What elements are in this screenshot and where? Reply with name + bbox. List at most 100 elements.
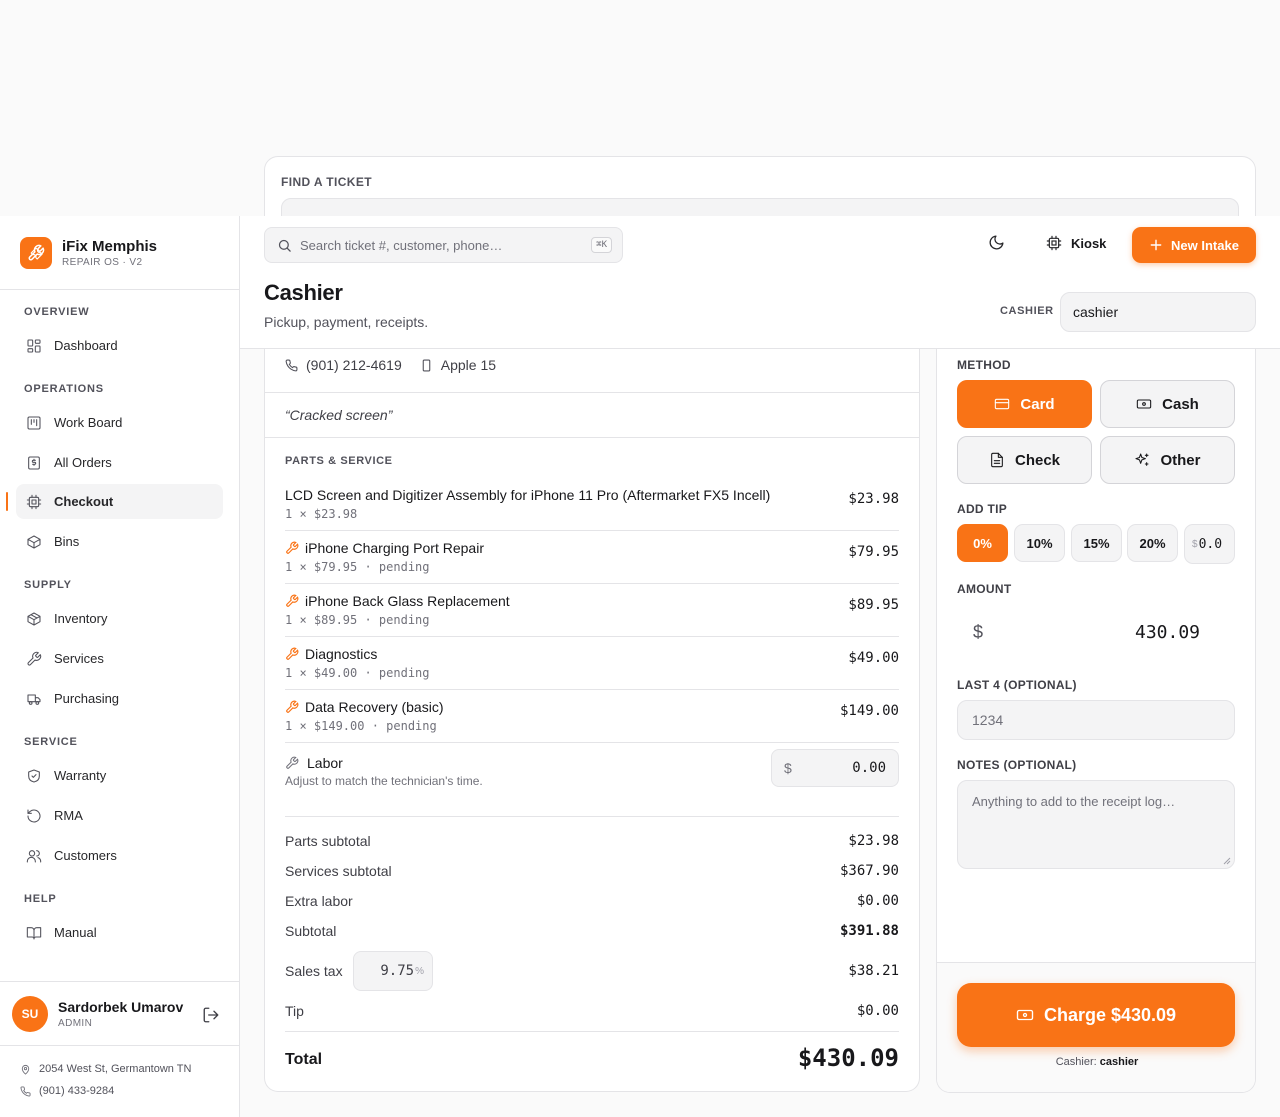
search-input[interactable]: Search ticket #, customer, phone… ⌘K xyxy=(264,227,623,263)
sidebar-item-inventory[interactable]: Inventory xyxy=(16,601,223,636)
sidebar-item-customers[interactable]: Customers xyxy=(16,838,223,873)
line-item-name: iPhone Charging Port Repair xyxy=(305,540,484,556)
line-item-meta: 1 × $89.95 · pending xyxy=(285,613,430,627)
banknote-icon xyxy=(1016,1009,1034,1021)
plus-icon xyxy=(1150,239,1162,251)
sidebar: iFix Memphis REPAIR OS · V2 OVERVIEW Das… xyxy=(0,216,240,1117)
totals: Parts subtotal $23.98 Services subtotal … xyxy=(285,816,899,1019)
cashier-label: CASHIER xyxy=(1000,305,1054,317)
sidebar-item-rma[interactable]: RMA xyxy=(16,798,223,833)
tip-label: Tip xyxy=(285,1003,304,1019)
sidebar-item-label: Purchasing xyxy=(54,691,120,706)
moon-icon xyxy=(989,235,1004,250)
tip-10-button[interactable]: 10% xyxy=(1014,524,1065,562)
sidebar-item-work-board[interactable]: Work Board xyxy=(16,405,223,440)
line-item[interactable]: LCD Screen and Digitizer Assembly for iP… xyxy=(285,478,899,531)
last4-input[interactable]: 1234 xyxy=(957,700,1235,740)
line-item-title: LCD Screen and Digitizer Assembly for iP… xyxy=(285,487,770,503)
sidebar-item-all-orders[interactable]: All Orders xyxy=(16,445,223,480)
logout-button[interactable] xyxy=(202,1006,220,1024)
sidebar-item-dashboard[interactable]: Dashboard xyxy=(16,328,223,363)
brand[interactable]: iFix Memphis REPAIR OS · V2 xyxy=(20,237,157,269)
method-card-button[interactable]: Card xyxy=(957,380,1092,428)
line-item[interactable]: iPhone Charging Port Repair 1 × $79.95 · … xyxy=(285,531,899,584)
tax-rate-input[interactable]: 9.75 % xyxy=(353,951,433,991)
nav-section-service: SERVICE xyxy=(24,736,78,748)
sidebar-item-label: Work Board xyxy=(54,415,123,430)
line-item[interactable]: iPhone Back Glass Replacement 1 × $89.95 … xyxy=(285,584,899,637)
user-profile[interactable]: SU Sardorbek Umarov ADMIN xyxy=(12,996,228,1032)
phone-icon xyxy=(285,359,298,371)
method-cash-button[interactable]: Cash xyxy=(1100,380,1235,428)
amount-value: 430.09 xyxy=(1135,621,1201,643)
truck-icon xyxy=(27,693,41,705)
ticket-card: (901) 212-4619 Apple 15 “Cracked screen”… xyxy=(264,349,920,1092)
sales-tax-value: $38.21 xyxy=(848,963,899,979)
sidebar-item-label: All Orders xyxy=(54,455,112,470)
parts-service-label: PARTS & SERVICE xyxy=(285,455,393,467)
notes-textarea[interactable]: Anything to add to the receipt log… xyxy=(957,780,1235,869)
tip-20-button[interactable]: 20% xyxy=(1127,524,1178,562)
phone-icon xyxy=(20,1085,31,1096)
method-other-button[interactable]: Other xyxy=(1100,436,1235,484)
sidebar-nav: OVERVIEW Dashboard OPERATIONS Work Board… xyxy=(6,306,223,950)
method-card-label: Card xyxy=(1020,395,1055,413)
custom-tip-input[interactable]: $ 0.0 xyxy=(1184,524,1235,564)
users-icon xyxy=(26,849,42,863)
cashier-field[interactable]: cashier xyxy=(1060,292,1256,332)
resize-handle-icon[interactable] xyxy=(1223,857,1231,865)
services-subtotal-value: $367.90 xyxy=(839,863,899,879)
divider xyxy=(265,392,919,393)
line-item-meta: 1 × $23.98 xyxy=(285,507,358,521)
sidebar-item-purchasing[interactable]: Purchasing xyxy=(16,681,223,716)
amount-label: AMOUNT xyxy=(957,582,1012,596)
line-item-name: Diagnostics xyxy=(305,646,378,662)
nav-section-help: HELP xyxy=(24,893,57,905)
chip-icon xyxy=(26,494,42,509)
sidebar-item-checkout[interactable]: Checkout xyxy=(6,484,223,519)
subtotal-value: $391.88 xyxy=(839,923,899,939)
tip-0-button[interactable]: 0% xyxy=(957,524,1008,562)
line-item-title: iPhone Back Glass Replacement xyxy=(285,593,510,609)
sidebar-item-services[interactable]: Services xyxy=(16,641,223,676)
amount-input[interactable]: $ 430.09 xyxy=(957,607,1235,657)
payment-footer: Charge $430.09 Cashier: cashier xyxy=(937,962,1255,1092)
app-shell: iFix Memphis REPAIR OS · V2 OVERVIEW Das… xyxy=(0,216,1280,1117)
cashier-prefix: Cashier: xyxy=(1055,1056,1097,1068)
store-phone: (901) 433-9284 xyxy=(20,1085,114,1097)
nav-section-overview: OVERVIEW xyxy=(24,306,90,318)
sidebar-item-manual[interactable]: Manual xyxy=(16,915,223,950)
search-icon xyxy=(278,239,291,252)
tip-15-button[interactable]: 15% xyxy=(1071,524,1122,562)
banknote-icon xyxy=(1136,399,1152,409)
device-model: Apple 15 xyxy=(440,357,497,373)
line-item[interactable]: Diagnostics 1 × $49.00 · pending $49.00 xyxy=(285,637,899,690)
method-other-label: Other xyxy=(1160,451,1201,469)
line-item[interactable]: Data Recovery (basic) 1 × $149.00 · pendi… xyxy=(285,690,899,743)
method-check-button[interactable]: Check xyxy=(957,436,1092,484)
labor-amount-input[interactable]: $ 0.00 xyxy=(771,749,899,787)
wrench-icon xyxy=(27,651,42,666)
store-phone-text: (901) 433-9284 xyxy=(39,1085,115,1097)
labor-hint: Adjust to match the technician's time. xyxy=(285,774,483,788)
total-value: $430.09 xyxy=(797,1044,899,1072)
charge-button[interactable]: Charge $430.09 xyxy=(957,983,1235,1047)
new-intake-button[interactable]: New Intake xyxy=(1132,227,1256,263)
tax-rate-value: 9.75 xyxy=(380,963,415,979)
sidebar-item-bins[interactable]: Bins xyxy=(16,524,223,559)
user-role: ADMIN xyxy=(58,1018,93,1029)
sidebar-item-warranty[interactable]: Warranty xyxy=(16,758,223,793)
cashier-name: cashier xyxy=(1099,1056,1139,1068)
line-item-name: LCD Screen and Digitizer Assembly for iP… xyxy=(285,487,771,503)
find-ticket-label: FIND A TICKET xyxy=(281,175,372,189)
shield-check-icon xyxy=(28,768,40,783)
sidebar-item-label: Services xyxy=(54,651,104,666)
customer-phone: (901) 212-4619 xyxy=(306,357,402,373)
theme-toggle-button[interactable] xyxy=(988,234,1005,251)
kiosk-button[interactable]: Kiosk xyxy=(1046,235,1106,251)
brand-name: iFix Memphis xyxy=(62,238,158,255)
line-item-price: $149.00 xyxy=(839,703,899,719)
tax-rate-unit: % xyxy=(415,965,424,977)
subtotal-label: Subtotal xyxy=(285,923,337,939)
nav-section-supply: SUPPLY xyxy=(24,579,72,591)
